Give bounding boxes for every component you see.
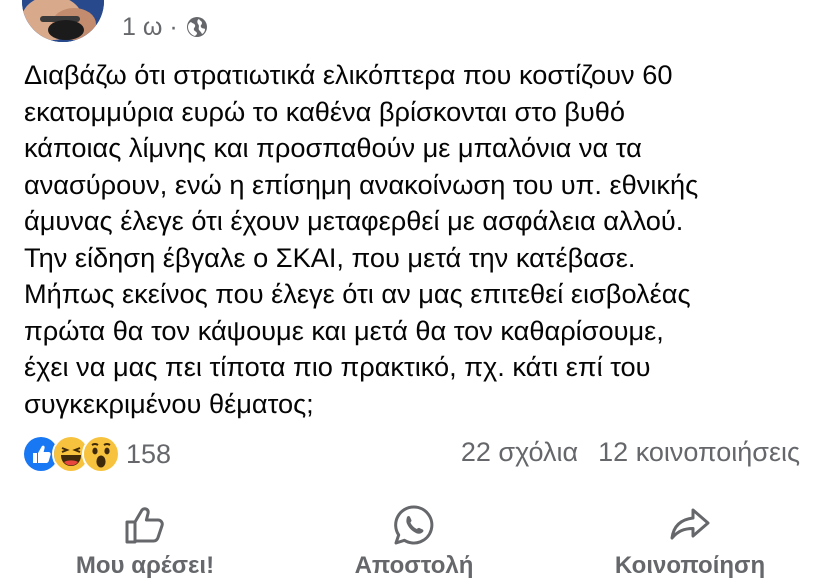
post-text-line: πρώτα θα τον κάψουμε και μετά θα τον καθ… <box>24 314 664 346</box>
comments-shares: 22 σχόλια 12 κοινοποιήσεις <box>461 437 800 468</box>
globe-icon[interactable] <box>185 15 209 39</box>
share-button[interactable]: Κοινοποίηση <box>570 496 810 585</box>
post-text-line: κάποιας λίμνης και προσπαθούν με μπαλόνι… <box>24 132 642 163</box>
send-button[interactable]: Αποστολή <box>294 496 534 585</box>
share-button-label: Κοινοποίηση <box>614 552 766 579</box>
post-text-line: έχει να μας πει τίποτα πιο πρακτικό, πχ.… <box>24 351 651 382</box>
post-text-line: Την είδηση έβγαλε ο ΣΚΑΙ, που μετά την κ… <box>24 241 636 273</box>
post-text-line: συγκεκριμένου θέματος; <box>24 387 314 419</box>
post-meta: 1 ω · <box>122 10 209 44</box>
reactions-summary[interactable]: 158 <box>22 434 171 474</box>
post-card: 1 ω · Διαβάζω ότι στρατιωτικά ελικόπτερα… <box>0 0 828 585</box>
like-button[interactable]: Μου αρέσει! <box>25 496 265 585</box>
post-text-line: άμυνας έλεγε ότι έχουν μεταφερθεί με ασφ… <box>24 205 684 236</box>
post-stats: 158 22 σχόλια 12 κοινοποιήσεις <box>22 434 812 474</box>
post-text-line: εκατομμύρια ευρώ το καθένα βρίσκονται στ… <box>24 95 626 127</box>
share-arrow-icon <box>670 508 710 540</box>
post-text-line: ανασύρουν, ενώ η επίσημη ανακοίνωση του … <box>24 168 699 200</box>
shares-count[interactable]: 12 κοινοποιήσεις <box>598 437 800 468</box>
avatar[interactable] <box>22 0 104 42</box>
meta-separator: · <box>169 12 178 41</box>
whatsapp-icon <box>394 505 434 545</box>
send-button-label: Αποστολή <box>354 552 474 579</box>
wow-reaction-icon <box>82 435 120 473</box>
post-header: 1 ω · <box>0 0 828 48</box>
stats-gap <box>578 437 598 468</box>
like-button-label: Μου αρέσει! <box>75 552 215 579</box>
post-text-line: Μήπως εκείνος που έλεγε ότι αν μας επιτε… <box>24 278 691 309</box>
comments-count[interactable]: 22 σχόλια <box>461 437 578 468</box>
reaction-count[interactable]: 158 <box>126 439 171 470</box>
thumbs-up-icon <box>125 507 164 544</box>
post-text: Διαβάζω ότι στρατιωτικά ελικόπτερα που κ… <box>24 57 814 422</box>
post-time[interactable]: 1 ω <box>122 13 162 42</box>
post-text-line: Διαβάζω ότι στρατιωτικά ελικόπτερα που κ… <box>24 59 673 90</box>
action-bar: Μου αρέσει! Αποστολή Κοινοποίηση <box>0 496 828 585</box>
